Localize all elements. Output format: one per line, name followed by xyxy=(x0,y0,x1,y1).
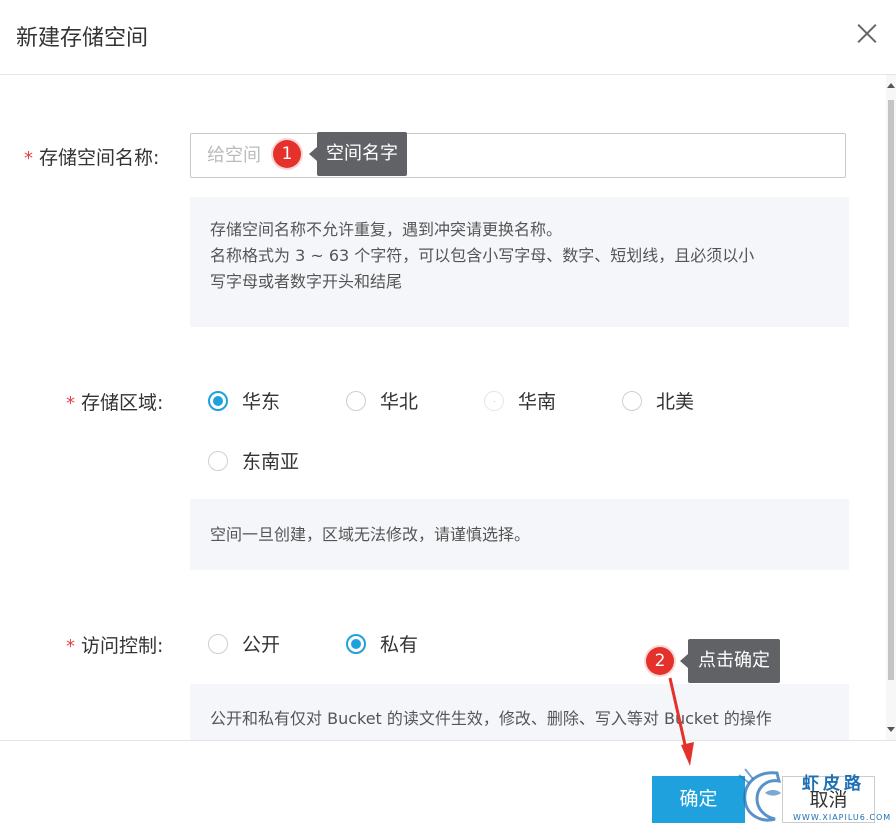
radio-unchecked-icon xyxy=(208,633,228,654)
region-option-east[interactable]: 华东 xyxy=(208,387,280,414)
tooltip-bucket-name: 空间名字 xyxy=(309,132,407,176)
watermark-name: 虾皮路 xyxy=(802,774,865,794)
step-badge-2: 2 xyxy=(646,647,674,675)
radio-unchecked-icon xyxy=(346,390,366,411)
confirm-button[interactable]: 确定 xyxy=(652,776,745,823)
dialog-title: 新建存储空间 xyxy=(16,26,149,51)
region-option-north[interactable]: 华北 xyxy=(346,387,418,414)
region-help: 空间一旦创建，区域无法修改，请谨慎选择。 xyxy=(190,499,849,570)
watermark-url: WWW.XIAPILU6.COM xyxy=(793,813,892,822)
access-help: 公开和私有仅对 Bucket 的读文件生效，修改、删除、写入等对 Bucket … xyxy=(190,684,849,740)
bucket-name-help: 存储空间名称不允许重复，遇到冲突请更换名称。 名称格式为 3 ~ 63 个字符，… xyxy=(190,197,849,327)
access-label: * 访问控制: xyxy=(66,635,164,657)
help-line: 名称格式为 3 ~ 63 个字符，可以包含小写字母、数字、短划线，且必须以小 xyxy=(210,246,755,265)
radio-unchecked-icon xyxy=(622,390,642,411)
help-line: 写字母或者数字开头和结尾 xyxy=(210,272,403,291)
close-icon[interactable] xyxy=(856,22,878,44)
help-line: 存储空间名称不允许重复，遇到冲突请更换名称。 xyxy=(210,220,563,239)
required-mark-icon: * xyxy=(66,393,75,414)
step-badge-1: 1 xyxy=(273,140,301,168)
region-option-south[interactable]: 华南 xyxy=(484,387,556,414)
region-option-north-america[interactable]: 北美 xyxy=(622,387,694,414)
required-mark-icon: * xyxy=(66,636,75,657)
shrimp-logo-icon xyxy=(738,768,782,822)
access-option-private[interactable]: 私有 xyxy=(346,630,418,657)
access-option-public[interactable]: 公开 xyxy=(208,630,280,657)
region-label: * 存储区域: xyxy=(66,392,164,414)
scrollbar-thumb[interactable] xyxy=(888,100,894,680)
scroll-up-icon[interactable] xyxy=(887,83,895,88)
radio-unchecked-icon xyxy=(208,450,228,471)
region-option-southeast-asia[interactable]: 东南亚 xyxy=(208,447,299,474)
radio-unchecked-icon xyxy=(484,390,504,411)
tooltip-confirm: 点击确定 xyxy=(680,639,780,683)
radio-checked-icon xyxy=(208,390,228,411)
dialog-header: 新建存储空间 xyxy=(0,0,896,75)
scroll-down-icon[interactable] xyxy=(887,727,895,732)
required-mark-icon: * xyxy=(24,148,33,169)
scrollbar[interactable] xyxy=(886,75,896,740)
radio-checked-icon xyxy=(346,633,366,654)
watermark: 虾皮路 WWW.XIAPILU6.COM xyxy=(735,763,895,829)
bucket-name-label: * 存储空间名称: xyxy=(24,147,160,169)
